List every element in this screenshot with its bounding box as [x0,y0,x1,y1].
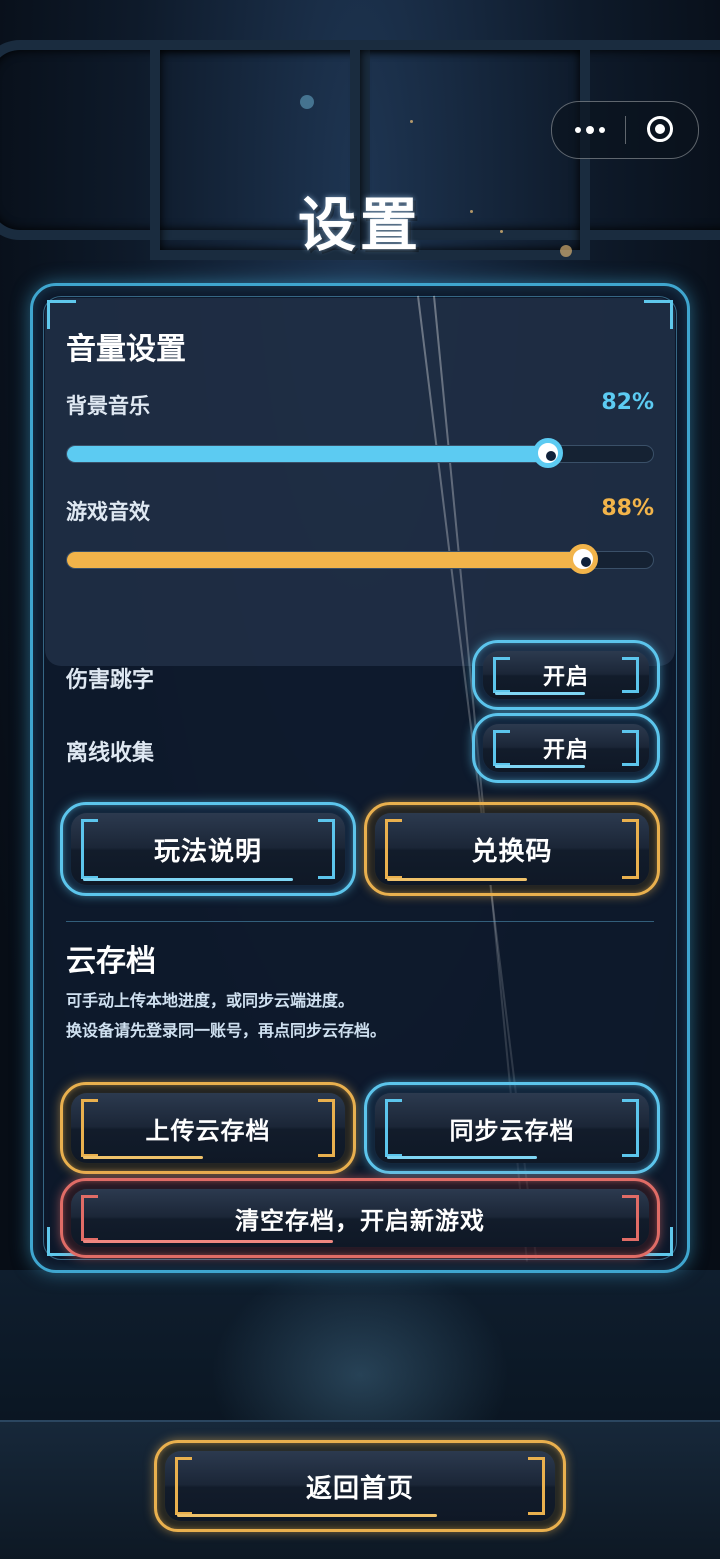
star [410,120,413,123]
sfx-volume-slider[interactable] [66,544,654,574]
more-dots-icon[interactable] [570,112,610,148]
button-accent-bar [83,878,293,881]
capsule-divider [625,116,626,144]
music-slider-thumb[interactable] [533,438,563,468]
bracket-left-icon [81,819,98,879]
music-volume-slider[interactable] [66,438,654,468]
damage-text-label: 伤害跳字 [66,668,155,693]
redeem-code-label: 兑换码 [471,836,553,867]
bracket-right-icon [622,730,639,766]
upload-cloud-save-button[interactable]: 上传云存档 [60,1082,356,1174]
return-home-button[interactable]: 返回首页 [154,1440,566,1532]
sfx-slider-fill [67,552,583,568]
bracket-right-icon [622,1099,639,1157]
music-percent: 82% [601,390,654,415]
button-accent-bar [495,765,585,768]
bracket-left-icon [493,657,510,693]
sync-cloud-save-label: 同步云存档 [449,1116,575,1145]
button-accent-bar [83,1240,333,1243]
volume-section-title: 音量设置 [66,332,186,367]
upload-cloud-save-label: 上传云存档 [145,1116,271,1145]
bracket-right-icon [318,819,335,879]
bracket-left-icon [385,819,402,879]
cloud-save-description-line-2: 换设备请先登录同一账号，再点同步云存档。 [66,1021,387,1040]
offline-collect-toggle[interactable]: 开启 [472,713,660,783]
mini-program-capsule [551,101,699,159]
sync-cloud-save-button[interactable]: 同步云存档 [364,1082,660,1174]
page-title: 设置 [297,191,422,259]
bracket-right-icon [622,657,639,693]
offline-collect-label: 离线收集 [66,741,155,766]
bracket-right-icon [318,1099,335,1157]
bracket-left-icon [81,1099,98,1157]
damage-text-toggle-label: 开启 [542,665,589,690]
sfx-slider-thumb[interactable] [568,544,598,574]
bracket-right-icon [622,1195,639,1241]
button-accent-bar [177,1514,437,1517]
bracket-right-icon [622,819,639,879]
bracket-left-icon [385,1099,402,1157]
cloud-save-description-line-1: 可手动上传本地进度，或同步云端进度。 [66,991,355,1010]
bracket-left-icon [81,1195,98,1241]
offline-collect-toggle-label: 开启 [542,738,589,763]
target-circle-icon[interactable] [647,116,673,142]
cloud-save-title: 云存档 [66,944,156,979]
reset-save-new-game-label: 清空存档，开启新游戏 [235,1206,485,1235]
sfx-label: 游戏音效 [66,500,150,524]
damage-text-toggle[interactable]: 开启 [472,640,660,710]
music-label: 背景音乐 [66,394,150,418]
section-divider [66,921,654,922]
button-accent-bar [387,878,527,881]
redeem-code-button[interactable]: 兑换码 [364,802,660,896]
sfx-percent: 88% [601,496,654,521]
button-accent-bar [387,1156,537,1159]
button-accent-bar [83,1156,203,1159]
bracket-left-icon [175,1457,192,1515]
reset-save-new-game-button[interactable]: 清空存档，开启新游戏 [60,1178,660,1258]
return-home-label: 返回首页 [305,1473,414,1504]
game-guide-button[interactable]: 玩法说明 [60,802,356,896]
music-slider-fill [67,446,548,462]
panel-corner-bracket [644,300,673,329]
star [300,95,314,109]
button-accent-bar [495,692,585,695]
game-guide-label: 玩法说明 [153,836,262,867]
bracket-left-icon [493,730,510,766]
bracket-right-icon [528,1457,545,1515]
